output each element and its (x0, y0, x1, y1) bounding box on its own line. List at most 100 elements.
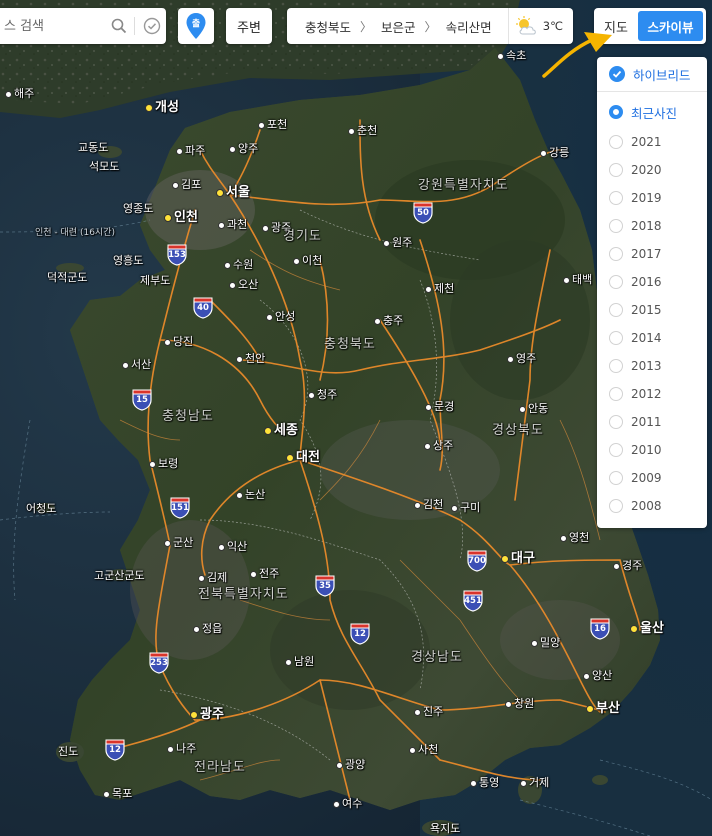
place-label[interactable]: 영주 (507, 353, 536, 365)
departure-pin-button[interactable]: 출 (178, 8, 214, 44)
year-option-2010[interactable]: 2010 (597, 436, 707, 464)
place-label[interactable]: 안성 (266, 311, 295, 323)
place-label[interactable]: 과천 (218, 219, 247, 231)
nearby-button[interactable]: 주변 (226, 8, 272, 44)
year-option-2020[interactable]: 2020 (597, 156, 707, 184)
year-option-2008[interactable]: 2008 (597, 492, 707, 520)
place-label[interactable]: 대구 (501, 552, 535, 565)
place-label[interactable]: 제천 (425, 283, 454, 295)
breadcrumb-county[interactable]: 보은군 (381, 17, 416, 36)
place-label[interactable]: 욕지도 (430, 823, 460, 835)
place-label[interactable]: 양산 (583, 670, 612, 682)
place-label[interactable]: 전주 (250, 568, 279, 580)
place-label[interactable]: 이천 (293, 255, 322, 267)
place-label[interactable]: 오산 (229, 279, 258, 291)
place-label[interactable]: 수원 (224, 259, 253, 271)
year-option-2018[interactable]: 2018 (597, 212, 707, 240)
place-label[interactable]: 청주 (308, 389, 337, 401)
place-label[interactable]: 충청북도 (324, 338, 376, 351)
place-label[interactable]: 경주 (613, 560, 642, 572)
place-label[interactable]: 제부도 (140, 275, 170, 287)
place-label[interactable]: 영천 (560, 532, 589, 544)
place-label[interactable]: 김포 (172, 179, 201, 191)
place-label[interactable]: 진주 (414, 706, 443, 718)
place-label[interactable]: 천안 (236, 353, 265, 365)
place-label[interactable]: 경상남도 (411, 651, 463, 664)
place-label[interactable]: 교동도 (78, 142, 108, 154)
place-label[interactable]: 영흥도 (113, 255, 143, 267)
place-label[interactable]: 보령 (149, 458, 178, 470)
year-option-2015[interactable]: 2015 (597, 296, 707, 324)
place-label[interactable]: 석모도 (89, 161, 119, 173)
place-label[interactable]: 김제 (198, 572, 227, 584)
place-label[interactable]: 속초 (497, 50, 526, 62)
place-label[interactable]: 충주 (374, 315, 403, 327)
search-icon[interactable] (108, 15, 130, 37)
place-label[interactable]: 대전 (286, 451, 320, 464)
place-label[interactable]: 덕적군도 (47, 272, 87, 284)
place-label[interactable]: 춘천 (348, 125, 377, 137)
search-box[interactable] (0, 8, 166, 44)
place-label[interactable]: 광양 (336, 759, 365, 771)
place-label[interactable]: 나주 (167, 743, 196, 755)
place-label[interactable]: 군산 (164, 537, 193, 549)
place-label[interactable]: 포천 (258, 119, 287, 131)
place-label[interactable]: 원주 (383, 237, 412, 249)
year-option-2009[interactable]: 2009 (597, 464, 707, 492)
place-label[interactable]: 광주 (190, 708, 224, 721)
year-option-2014[interactable]: 2014 (597, 324, 707, 352)
check-circle-icon[interactable] (141, 15, 163, 37)
place-label[interactable]: 창원 (505, 698, 534, 710)
place-label[interactable]: 어청도 (26, 503, 56, 515)
place-label[interactable]: 전라남도 (194, 761, 246, 774)
year-option-2017[interactable]: 2017 (597, 240, 707, 268)
year-option-2016[interactable]: 2016 (597, 268, 707, 296)
place-label[interactable]: 진도 (58, 746, 78, 758)
year-option-recent[interactable]: 최근사진 (597, 96, 707, 128)
place-label[interactable]: 익산 (218, 541, 247, 553)
place-label[interactable]: 정읍 (193, 623, 222, 635)
place-label[interactable]: 사천 (409, 744, 438, 756)
breadcrumb-province[interactable]: 충청북도 (305, 17, 351, 36)
place-label[interactable]: 논산 (236, 489, 265, 501)
place-label[interactable]: 경상북도 (492, 424, 544, 437)
place-label[interactable]: 양주 (229, 143, 258, 155)
place-label[interactable]: 개성 (145, 101, 179, 114)
place-label[interactable]: 경기도 (283, 230, 322, 243)
year-option-2012[interactable]: 2012 (597, 380, 707, 408)
place-label[interactable]: 세종 (264, 424, 298, 437)
place-label[interactable]: 파주 (176, 145, 205, 157)
place-label[interactable]: 해주 (5, 88, 34, 100)
year-option-2021[interactable]: 2021 (597, 128, 707, 156)
place-label[interactable]: 서산 (122, 359, 151, 371)
place-label[interactable]: 부산 (586, 702, 620, 715)
place-label[interactable]: 거제 (520, 777, 549, 789)
search-input[interactable] (2, 17, 104, 35)
place-label[interactable]: 김천 (414, 499, 443, 511)
year-option-2019[interactable]: 2019 (597, 184, 707, 212)
place-label[interactable]: 문경 (425, 401, 454, 413)
place-label[interactable]: 강원특별자치도 (418, 179, 509, 192)
place-label[interactable]: 구미 (451, 502, 480, 514)
year-option-2011[interactable]: 2011 (597, 408, 707, 436)
place-label[interactable]: 여수 (333, 798, 362, 810)
place-label[interactable]: 강릉 (540, 147, 569, 159)
map-type-skyview-button[interactable]: 스카이뷰 (638, 11, 703, 41)
place-label[interactable]: 울산 (630, 622, 664, 635)
place-label[interactable]: 전북특별자치도 (198, 588, 289, 601)
place-label[interactable]: 서울 (216, 186, 250, 199)
hybrid-toggle[interactable]: 하이브리드 (597, 57, 707, 91)
place-label[interactable]: 영종도 (123, 203, 153, 215)
breadcrumb-township[interactable]: 속리산면 (446, 17, 492, 36)
place-label[interactable]: 인천 (164, 211, 198, 224)
place-label[interactable]: 통영 (470, 777, 499, 789)
place-label[interactable]: 인천 - 대련 (16시간) (35, 227, 115, 239)
place-label[interactable]: 충청남도 (162, 410, 214, 423)
place-label[interactable]: 상주 (424, 440, 453, 452)
place-label[interactable]: 당진 (164, 336, 193, 348)
year-option-2013[interactable]: 2013 (597, 352, 707, 380)
place-label[interactable]: 안동 (519, 403, 548, 415)
place-label[interactable]: 밀양 (531, 637, 560, 649)
place-label[interactable]: 고군산군도 (94, 570, 145, 582)
place-label[interactable]: 남원 (285, 656, 314, 668)
